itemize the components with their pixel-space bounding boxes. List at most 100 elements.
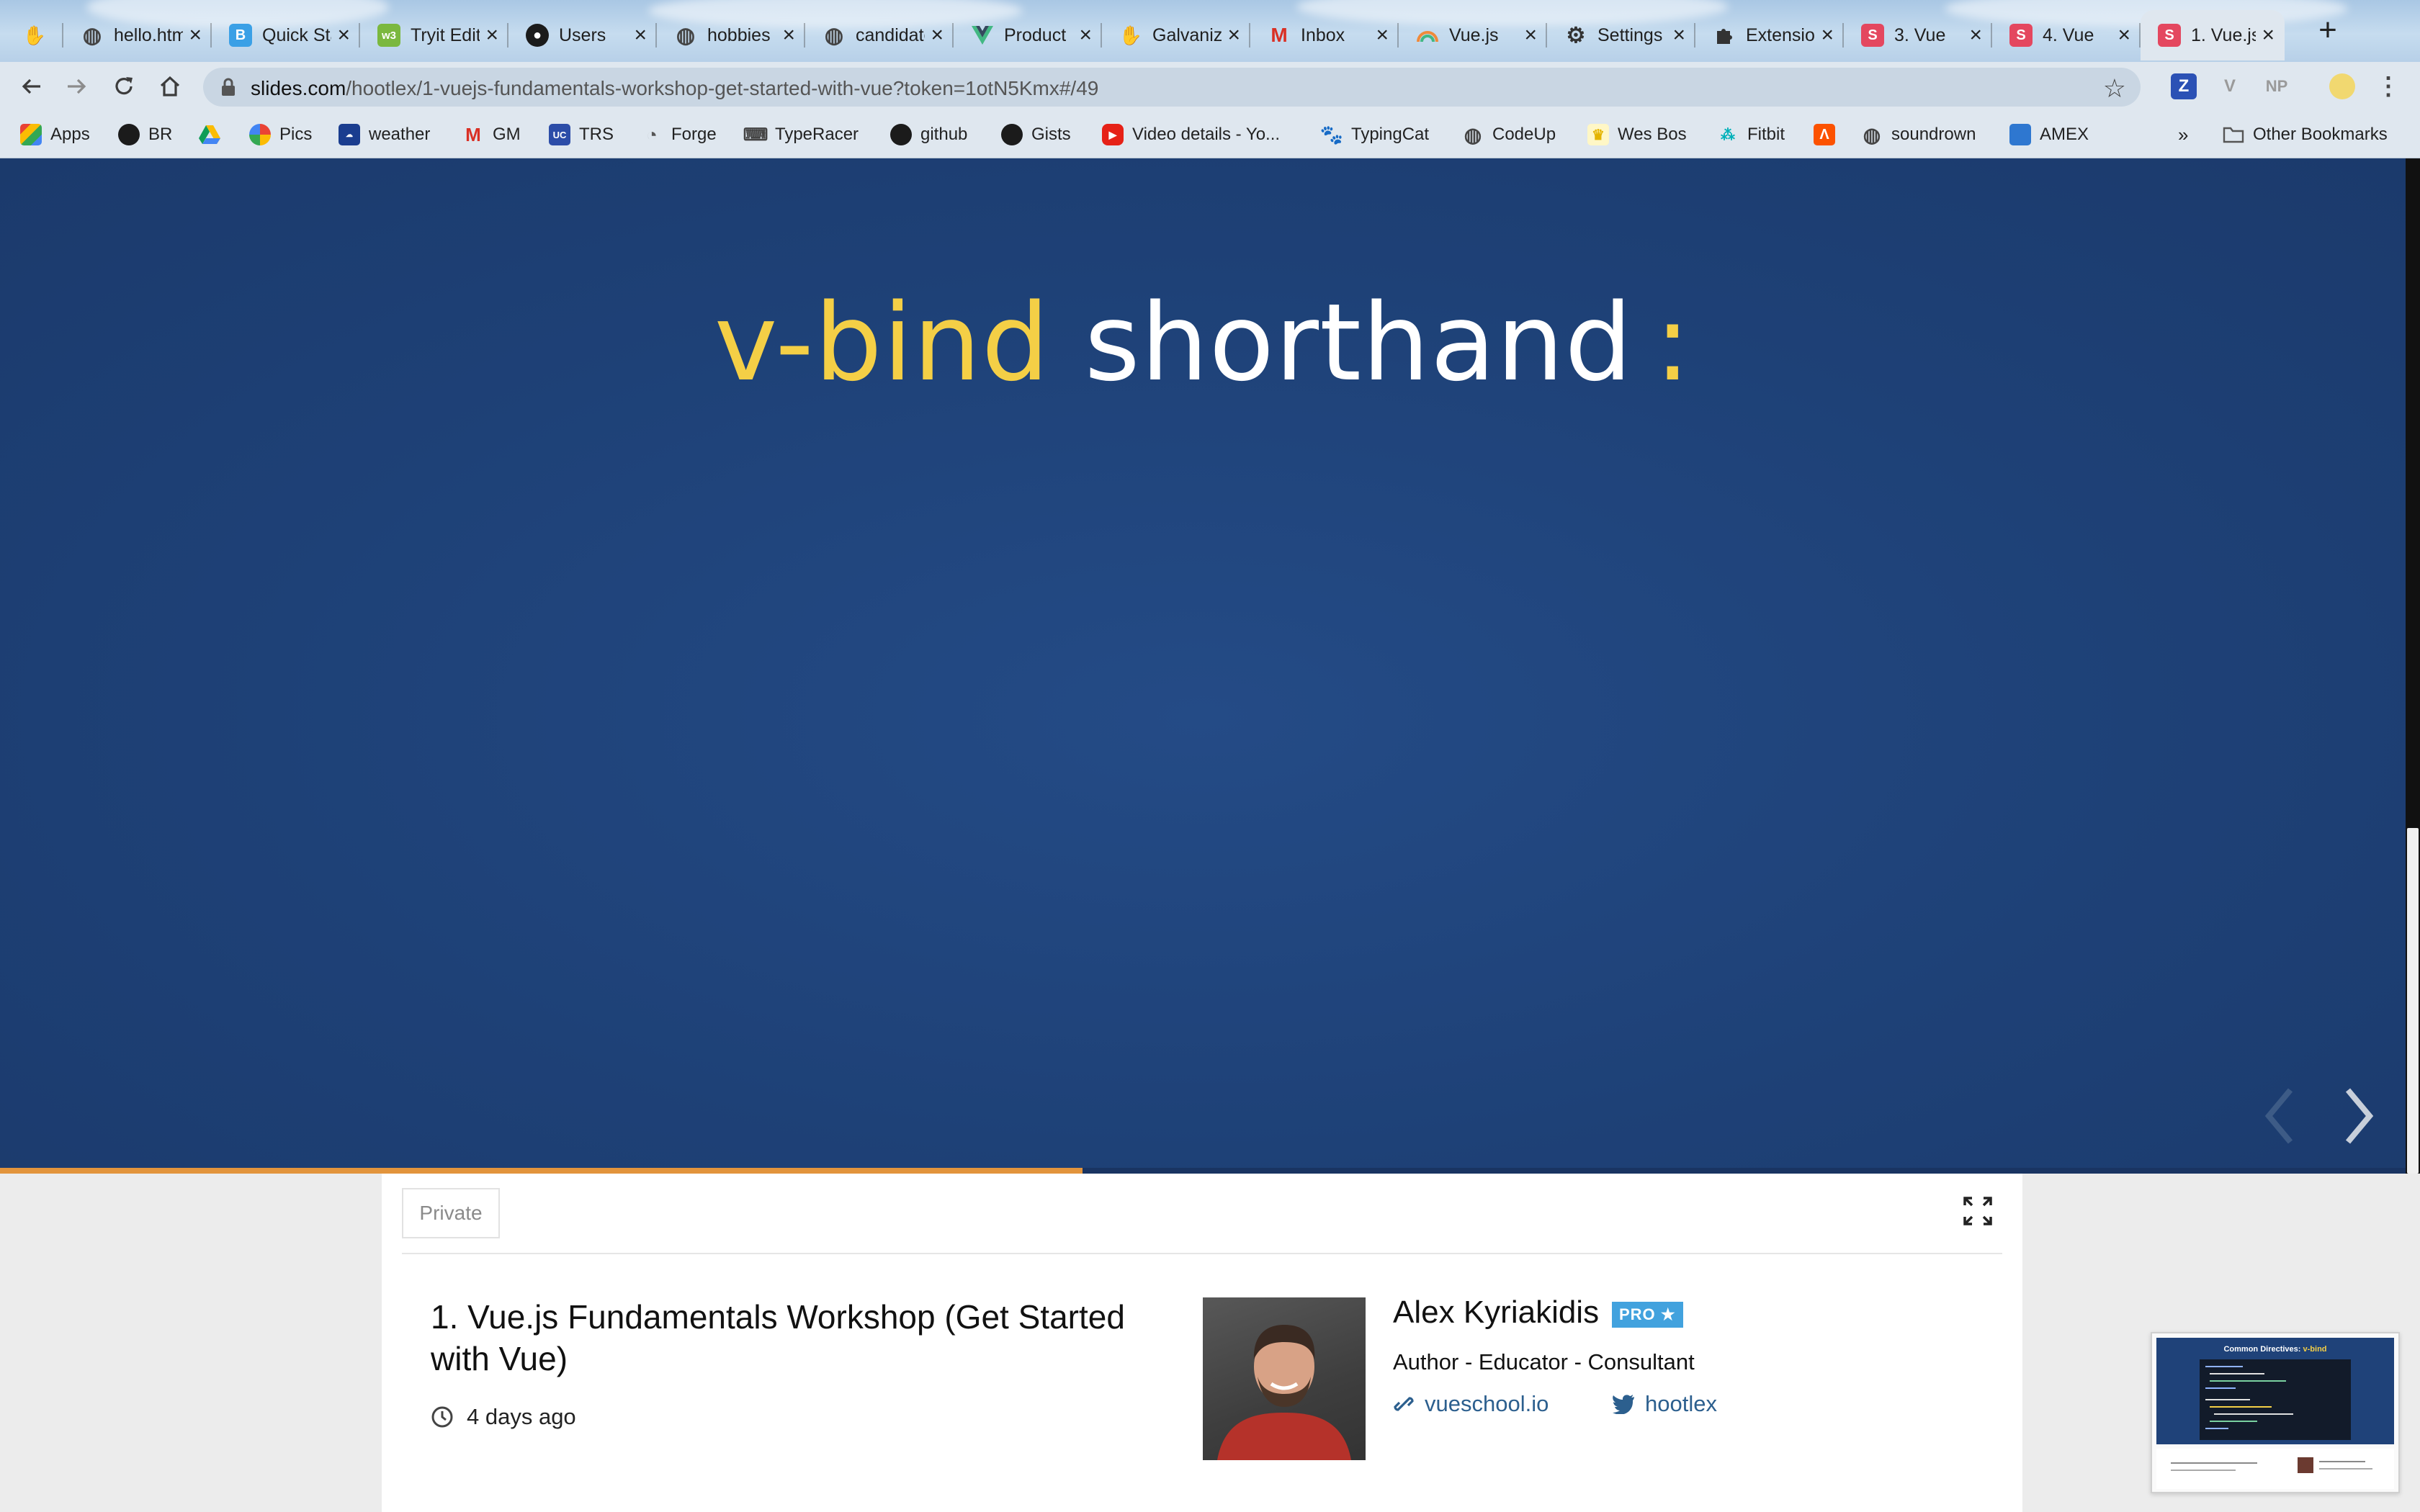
reload-button[interactable] [105,68,143,105]
slide-thumbnail-preview[interactable]: Common Directives: v-bind [2151,1332,2400,1493]
gmail-icon: M [1270,24,1288,46]
tab[interactable]: Extensions × [1695,10,1844,60]
author-twitter-text: hootlex [1645,1391,1717,1416]
arrow-right-icon [68,78,86,94]
arrow-left-icon [22,78,40,94]
slide-title: v-bind shorthand: [0,281,2406,405]
other-bookmarks-folder[interactable]: Other Bookmarks [2223,121,2388,148]
paw-icon: 🐾 [1319,123,1344,145]
thumbnail-code-block [2200,1359,2351,1440]
fitbit-icon: ⁂ [1721,127,1735,143]
tab[interactable]: ● Users × [508,10,657,60]
bookmark-typingcat[interactable]: 🐾 TypingCat [1319,121,1430,148]
np-extension-icon[interactable]: NP [2259,73,2295,99]
bookmark-forge[interactable]: ◔ Forge [641,121,717,148]
close-icon[interactable]: × [634,24,647,46]
previous-slide-arrow-icon[interactable] [2254,1080,2305,1152]
bookmark-apps[interactable]: Apps [20,121,90,148]
url-path: /hootlex/1-vuejs-fundamentals-workshop-g… [346,77,1099,99]
bookmark-soundrown[interactable]: ◍ soundrown [1861,121,1976,148]
close-icon[interactable]: × [1079,24,1092,46]
more-bookmarks-button[interactable]: » [2178,121,2188,148]
bookmark-label: TypingCat [1351,125,1430,144]
tab[interactable]: ◍ hello.html × [63,10,212,60]
google-drive-icon [199,124,220,145]
bookmark-br[interactable]: BR [118,121,172,148]
new-tab-button[interactable]: + [2313,14,2342,46]
zotero-extension-icon[interactable]: Z [2171,73,2197,99]
close-icon[interactable]: × [782,24,795,46]
tab[interactable]: ◍ candidates × [805,10,954,60]
back-button[interactable] [13,68,50,105]
close-icon[interactable]: × [1821,24,1834,46]
tab[interactable]: M Inbox × [1250,10,1399,60]
bookmark-drive[interactable] [199,121,229,148]
vue-devtools-extension-icon[interactable]: V [2217,73,2243,99]
google-photos-icon [249,124,271,145]
bookmark-github[interactable]: github [890,121,967,148]
bookmark-fitbit[interactable]: ⁂ Fitbit [1717,121,1785,148]
tab-title: candidates [856,24,925,45]
deck-title[interactable]: 1. Vue.js Fundamentals Workshop (Get Sta… [431,1296,1180,1380]
tab-list: ✋ ◍ hello.html × B Quick Start × w3 Tryi… [13,10,2285,60]
tab-active[interactable]: S 1. Vue.js × [2141,10,2285,60]
bookmark-wesbos[interactable]: ♛ Wes Bos [1587,121,1687,148]
bookmark-typeracer[interactable]: ⌨ TypeRacer [743,121,859,148]
tab-title: Extensions [1746,24,1815,45]
close-icon[interactable]: × [931,24,944,46]
tab[interactable]: ⚙ Settings × [1547,10,1695,60]
crown-icon: ♛ [1587,124,1609,145]
author-description: Author - Educator - Consultant [1393,1349,1695,1374]
author-avatar[interactable] [1203,1297,1366,1460]
bookmark-codeup[interactable]: ◍ CodeUp [1462,121,1556,148]
address-bar[interactable]: slides.com/hootlex/1-vuejs-fundamentals-… [203,68,2141,107]
bookmark-weather[interactable]: ☁ weather [339,121,430,148]
tab[interactable]: Product × [954,10,1102,60]
tab[interactable]: ✋ Galvanize × [1102,10,1250,60]
close-icon[interactable]: × [1672,24,1685,46]
close-icon[interactable]: × [2118,24,2130,46]
close-icon[interactable]: × [1969,24,1982,46]
tab[interactable]: ◍ hobbies × [657,10,805,60]
kebab-menu-icon[interactable]: ⋮ [2375,73,2401,100]
close-icon[interactable]: × [1227,24,1240,46]
slide-title-rest: shorthand [1084,281,1634,405]
tab[interactable]: w3 Tryit Editor × [360,10,508,60]
tab[interactable]: S 3. Vue × [1844,10,1992,60]
author-twitter-link[interactable]: hootlex [1612,1391,1717,1417]
thumbnail-code-lines [2205,1366,2293,1429]
author-website-link[interactable]: vueschool.io [1393,1391,1549,1417]
close-icon[interactable]: × [2262,24,2275,46]
close-icon[interactable]: × [189,24,202,46]
browser-toolbar: slides.com/hootlex/1-vuejs-fundamentals-… [0,62,2420,111]
tab[interactable]: ✋ [13,10,63,60]
profile-avatar[interactable] [2329,73,2355,99]
strava-icon: Λ [1814,124,1835,145]
page-scrollbar-thumb[interactable] [2407,828,2419,1174]
tab[interactable]: B Quick Start × [212,10,360,60]
bookmark-gm[interactable]: M GM [462,121,521,148]
close-icon[interactable]: × [485,24,498,46]
tab[interactable]: Vue.js × [1399,10,1547,60]
lock-icon [222,78,235,96]
bookmark-trs[interactable]: UC TRS [549,121,614,148]
thumbnail-info-lines [2156,1449,2394,1489]
bookmark-strava[interactable]: Λ [1814,121,1844,148]
github-icon [890,124,912,145]
forward-button[interactable] [58,68,95,105]
tab[interactable]: S 4. Vue × [1992,10,2141,60]
home-button[interactable] [151,68,189,105]
bookmark-pics[interactable]: Pics [249,121,312,148]
bookmark-star-icon[interactable]: ☆ [2103,73,2126,104]
author-name[interactable]: Alex Kyriakidis [1393,1295,1599,1331]
tab-title: Inbox [1301,24,1345,45]
close-icon[interactable]: × [337,24,350,46]
bookmark-gists[interactable]: Gists [1001,121,1071,148]
bookmark-youtube[interactable]: ▶ Video details - Yo... [1102,121,1280,148]
bookmark-amex[interactable]: AMEX [2009,121,2089,148]
fullscreen-icon[interactable] [1962,1195,1994,1227]
tab-strip: ✋ ◍ hello.html × B Quick Start × w3 Tryi… [0,0,2420,62]
close-icon[interactable]: × [1376,24,1389,46]
next-slide-arrow-icon[interactable] [2334,1080,2384,1152]
close-icon[interactable]: × [1524,24,1537,46]
